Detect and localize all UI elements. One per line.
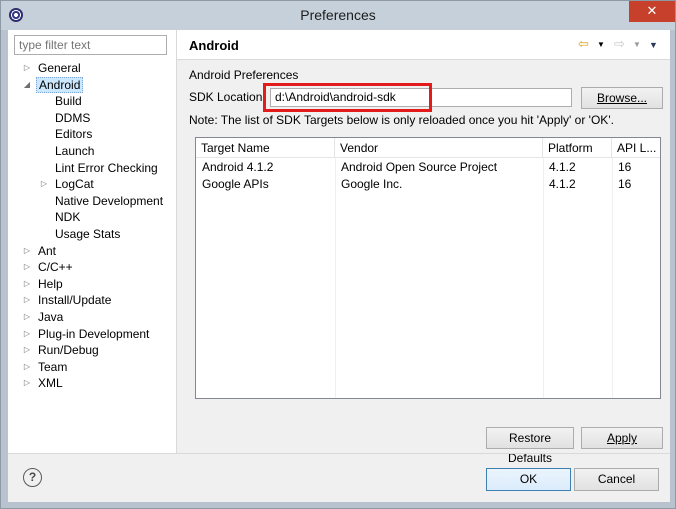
preferences-window: Preferences ✕ ▷General◢AndroidBuildDDMSE… xyxy=(0,0,676,509)
sidebar-item-java[interactable]: Java xyxy=(36,309,65,325)
table-cell[interactable]: 4.1.2 xyxy=(544,159,576,176)
column-divider xyxy=(543,158,544,398)
sidebar-item-help[interactable]: Help xyxy=(36,276,65,292)
expand-arrow-icon[interactable]: ▷ xyxy=(39,176,49,192)
sidebar-item-ndk[interactable]: NDK xyxy=(53,209,82,225)
restore-defaults-label: Restore Defaults xyxy=(507,431,553,465)
sidebar-item-general[interactable]: General xyxy=(36,60,83,76)
column-divider xyxy=(612,158,613,398)
help-icon[interactable]: ? xyxy=(23,468,42,487)
back-arrow-icon[interactable]: ⇦ xyxy=(578,36,589,52)
cancel-button[interactable]: Cancel xyxy=(574,468,659,491)
back-menu-chevron-icon[interactable]: ▼ xyxy=(597,37,605,53)
highlight-box xyxy=(263,83,432,112)
table-cell[interactable]: Google Inc. xyxy=(336,176,402,193)
sidebar-item-launch[interactable]: Launch xyxy=(53,143,96,159)
title-bar[interactable]: Preferences ✕ xyxy=(1,1,675,30)
sidebar-item-usage-stats[interactable]: Usage Stats xyxy=(53,226,122,242)
close-button[interactable]: ✕ xyxy=(629,1,675,22)
sidebar-item-lint-error-checking[interactable]: Lint Error Checking xyxy=(53,160,160,176)
apply-label: Apply xyxy=(606,431,638,445)
sidebar-item-xml[interactable]: XML xyxy=(36,375,65,391)
table-cell[interactable]: 4.1.2 xyxy=(544,176,576,193)
expand-arrow-icon[interactable]: ▷ xyxy=(22,375,32,391)
browse-button-label: Browse... xyxy=(596,91,647,105)
sidebar-item-android[interactable]: Android xyxy=(36,76,84,93)
expand-arrow-icon[interactable]: ▷ xyxy=(22,60,32,76)
column-divider xyxy=(335,158,336,398)
column-header-target-name[interactable]: Target Name xyxy=(196,138,335,158)
sidebar-item-editors[interactable]: Editors xyxy=(53,126,94,142)
footer-separator xyxy=(8,453,670,454)
expand-arrow-icon[interactable]: ▷ xyxy=(22,359,32,375)
dialog-client: ▷General◢AndroidBuildDDMSEditorsLaunchLi… xyxy=(8,30,670,502)
view-menu-icon[interactable]: ▼ xyxy=(649,37,658,53)
table-cell[interactable]: 16 xyxy=(613,176,631,193)
expand-arrow-icon[interactable]: ▷ xyxy=(22,276,32,292)
table-cell[interactable]: Google APIs xyxy=(197,176,269,193)
ok-label: OK xyxy=(519,472,538,486)
sidebar-item-c-c-[interactable]: C/C++ xyxy=(36,259,75,275)
sidebar-item-native-development[interactable]: Native Development xyxy=(53,193,165,209)
sidebar-item-team[interactable]: Team xyxy=(36,359,69,375)
sidebar-item-run-debug[interactable]: Run/Debug xyxy=(36,342,101,358)
note-text: Note: The list of SDK Targets below is o… xyxy=(189,113,614,127)
window-title: Preferences xyxy=(300,7,376,23)
column-header-api-level[interactable]: API L... xyxy=(612,138,660,158)
filter-input[interactable] xyxy=(14,35,167,55)
table-cell[interactable]: 16 xyxy=(613,159,631,176)
sidebar-item-logcat[interactable]: LogCat xyxy=(53,176,96,192)
apply-button[interactable]: Apply xyxy=(581,427,663,449)
sidebar-item-ddms[interactable]: DDMS xyxy=(53,110,92,126)
preference-tree-pane: ▷General◢AndroidBuildDDMSEditorsLaunchLi… xyxy=(8,30,176,453)
forward-arrow-icon: ⇨ xyxy=(614,36,625,51)
expand-arrow-icon[interactable]: ▷ xyxy=(22,342,32,358)
sdk-location-label: SDK Location: xyxy=(189,90,266,104)
sdk-targets-table[interactable]: Target Name Vendor Platform API L... And… xyxy=(195,137,661,399)
expand-arrow-icon[interactable]: ▷ xyxy=(22,243,32,259)
section-label: Android Preferences xyxy=(189,68,299,82)
sidebar-item-ant[interactable]: Ant xyxy=(36,243,58,259)
expand-arrow-icon[interactable]: ▷ xyxy=(22,326,32,342)
expand-arrow-icon[interactable]: ▷ xyxy=(22,259,32,275)
collapse-arrow-icon[interactable]: ◢ xyxy=(22,77,32,93)
browse-button[interactable]: Browse... xyxy=(581,87,663,109)
sidebar-item-plug-in-development[interactable]: Plug-in Development xyxy=(36,326,151,342)
table-cell[interactable]: Android Open Source Project xyxy=(336,159,497,176)
sidebar-item-build[interactable]: Build xyxy=(53,93,84,109)
expand-arrow-icon[interactable]: ▷ xyxy=(22,292,32,308)
page-title: Android xyxy=(189,38,239,53)
table-cell[interactable]: Android 4.1.2 xyxy=(197,159,273,176)
forward-menu-chevron-icon: ▼ xyxy=(633,40,641,49)
ok-button[interactable]: OK xyxy=(486,468,571,491)
expand-arrow-icon[interactable]: ▷ xyxy=(22,309,32,325)
column-header-platform[interactable]: Platform xyxy=(543,138,612,158)
sidebar-item-install-update[interactable]: Install/Update xyxy=(36,292,113,308)
preference-page: Android ⇦ ▼ ⇨ ▼ ▼ Android Preferences SD… xyxy=(177,30,670,465)
column-header-vendor[interactable]: Vendor xyxy=(335,138,543,158)
cancel-label: Cancel xyxy=(597,472,636,486)
restore-defaults-button[interactable]: Restore Defaults xyxy=(486,427,574,465)
page-header: Android ⇦ ▼ ⇨ ▼ ▼ xyxy=(177,30,670,60)
